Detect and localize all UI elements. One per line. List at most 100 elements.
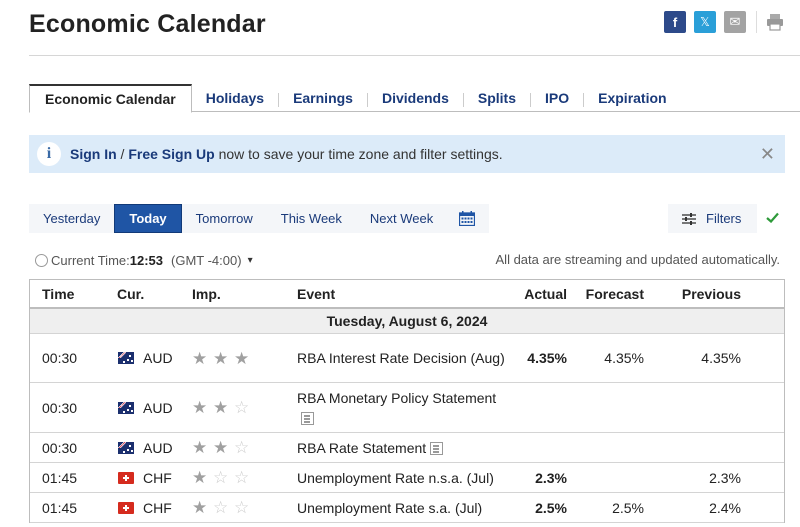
table-row[interactable]: 00:30 AUD ★ ★ ☆ RBA Monetary Policy Statement xyxy=(30,383,784,433)
today-button[interactable]: Today xyxy=(114,204,182,233)
next-week-button[interactable]: Next Week xyxy=(356,204,447,233)
event-currency: AUD xyxy=(113,400,189,416)
check-icon xyxy=(766,210,779,228)
event-name-link[interactable]: Unemployment Rate s.a. (Jul) xyxy=(297,500,482,516)
importance-stars: ★ ★ ☆ xyxy=(189,399,292,416)
clock-icon xyxy=(35,254,48,267)
event-cell: RBA Interest Rate Decision (Aug) xyxy=(292,348,507,368)
title-divider xyxy=(29,55,800,56)
tab-splits[interactable]: Splits xyxy=(464,84,530,112)
document-icon[interactable] xyxy=(301,412,314,426)
streaming-note: All data are streaming and updated autom… xyxy=(495,252,780,267)
star-filled-icon: ★ xyxy=(213,348,229,368)
free-sign-up-link[interactable]: Free Sign Up xyxy=(128,146,214,162)
event-name-link[interactable]: Unemployment Rate n.s.a. (Jul) xyxy=(297,470,494,486)
tomorrow-button[interactable]: Tomorrow xyxy=(182,204,267,233)
tab-holidays[interactable]: Holidays xyxy=(192,84,278,112)
table-row[interactable]: 00:30 AUD ★ ★ ★ RBA Interest Rate Decision (A… xyxy=(30,334,784,383)
event-cell: RBA Rate Statement xyxy=(292,438,507,458)
calendar-icon[interactable] xyxy=(447,204,489,233)
timezone-selector[interactable]: (GMT -4:00) xyxy=(171,253,242,268)
sign-in-link[interactable]: Sign In xyxy=(70,146,117,162)
event-currency: AUD xyxy=(113,350,189,366)
tab-ipo[interactable]: IPO xyxy=(531,84,583,112)
sign-in-banner: i Sign In / Free Sign Up now to save you… xyxy=(29,135,785,173)
banner-slash: / xyxy=(116,146,129,162)
event-forecast: 4.35% xyxy=(604,350,644,366)
sliders-icon xyxy=(682,212,696,225)
this-week-button[interactable]: This Week xyxy=(267,204,356,233)
event-name-link[interactable]: RBA Interest Rate Decision (Aug) xyxy=(297,350,505,366)
event-cell: RBA Monetary Policy Statement xyxy=(292,388,507,428)
share-divider xyxy=(756,11,757,33)
document-icon[interactable] xyxy=(430,442,444,456)
star-filled-icon: ★ xyxy=(192,398,208,417)
event-time: 00:30 xyxy=(42,350,78,366)
print-icon[interactable] xyxy=(765,12,785,32)
header-actual: Actual xyxy=(524,285,567,302)
australia-flag-icon xyxy=(118,441,134,454)
page-title: Economic Calendar xyxy=(29,10,266,38)
event-cell: Unemployment Rate s.a. (Jul) xyxy=(292,498,507,518)
event-currency: CHF xyxy=(113,470,189,486)
header-time: Time xyxy=(42,285,75,302)
date-group-row: Tuesday, August 6, 2024 xyxy=(30,309,784,334)
event-actual: 4.35% xyxy=(527,350,567,366)
header-importance: Imp. xyxy=(192,285,221,302)
event-time: 00:30 xyxy=(42,439,78,456)
star-filled-icon: ★ xyxy=(192,438,208,457)
tab-earnings[interactable]: Earnings xyxy=(279,84,367,112)
star-filled-icon: ★ xyxy=(213,398,229,417)
filters-label: Filters xyxy=(706,211,742,226)
event-forecast: 2.5% xyxy=(612,499,644,516)
event-previous: 2.4% xyxy=(709,499,741,516)
currency-code: CHF xyxy=(143,469,172,486)
table-header: Time Cur. Imp. Event Actual Forecast Pre… xyxy=(30,280,784,309)
star-empty-icon: ☆ xyxy=(234,398,250,417)
header-currency: Cur. xyxy=(117,285,145,302)
x-icon[interactable]: 𝕏 xyxy=(694,11,716,33)
star-filled-icon: ★ xyxy=(213,438,229,457)
calendar-tabs: Economic Calendar Holidays Earnings Divi… xyxy=(29,84,800,113)
share-bar: f 𝕏 ✉ xyxy=(664,11,785,33)
tab-dividends[interactable]: Dividends xyxy=(368,84,463,112)
tab-economic-calendar[interactable]: Economic Calendar xyxy=(29,84,192,113)
event-time: 01:45 xyxy=(42,499,78,516)
star-filled-icon: ★ xyxy=(192,468,208,487)
table-row[interactable]: 01:45 CHF ★ ☆ ☆ Unemployment Rate n.s.a. (Jul… xyxy=(30,463,784,493)
yesterday-button[interactable]: Yesterday xyxy=(29,204,114,233)
email-icon[interactable]: ✉ xyxy=(724,11,746,33)
chevron-down-icon[interactable]: ▾ xyxy=(248,255,253,266)
australia-flag-icon xyxy=(118,401,134,414)
info-icon: i xyxy=(37,142,61,166)
banner-text: now to save your time zone and filter se… xyxy=(214,146,503,162)
table-body: 00:30 AUD ★ ★ ★ RBA Interest Rate Decision (A… xyxy=(30,334,784,523)
star-filled-icon: ★ xyxy=(192,348,208,368)
header-forecast: Forecast xyxy=(585,285,644,302)
event-name-link[interactable]: RBA Monetary Policy Statement xyxy=(297,390,496,406)
event-cell: Unemployment Rate n.s.a. (Jul) xyxy=(292,468,507,488)
current-time-label: Current Time: xyxy=(51,253,130,268)
facebook-icon[interactable]: f xyxy=(664,11,686,33)
event-actual: 2.3% xyxy=(535,469,567,486)
currency-code: AUD xyxy=(143,350,173,366)
star-filled-icon: ★ xyxy=(192,498,208,517)
economic-calendar-table: Time Cur. Imp. Event Actual Forecast Pre… xyxy=(29,279,785,523)
banner-message: Sign In / Free Sign Up now to save your … xyxy=(70,146,503,162)
currency-code: AUD xyxy=(143,439,173,456)
event-name-link[interactable]: RBA Rate Statement xyxy=(297,440,426,456)
table-row[interactable]: 00:30 AUD ★ ★ ☆ RBA Rate Statement xyxy=(30,433,784,463)
star-empty-icon: ☆ xyxy=(234,498,250,517)
current-time-value: 12:53 xyxy=(129,253,163,268)
filters-button[interactable]: Filters xyxy=(668,204,757,233)
importance-stars: ★ ☆ ☆ xyxy=(189,499,292,516)
importance-stars: ★ ☆ ☆ xyxy=(189,469,292,486)
tab-expiration[interactable]: Expiration xyxy=(584,84,680,112)
table-row[interactable]: 01:45 CHF ★ ☆ ☆ Unemployment Rate s.a. (Jul) 2… xyxy=(30,493,784,523)
event-currency: CHF xyxy=(113,500,189,516)
date-range-selector: Yesterday Today Tomorrow This Week Next … xyxy=(29,204,490,233)
currency-code: CHF xyxy=(143,499,172,516)
currency-code: AUD xyxy=(143,399,173,416)
star-filled-icon: ★ xyxy=(234,348,250,368)
close-icon[interactable]: ✕ xyxy=(760,144,775,165)
